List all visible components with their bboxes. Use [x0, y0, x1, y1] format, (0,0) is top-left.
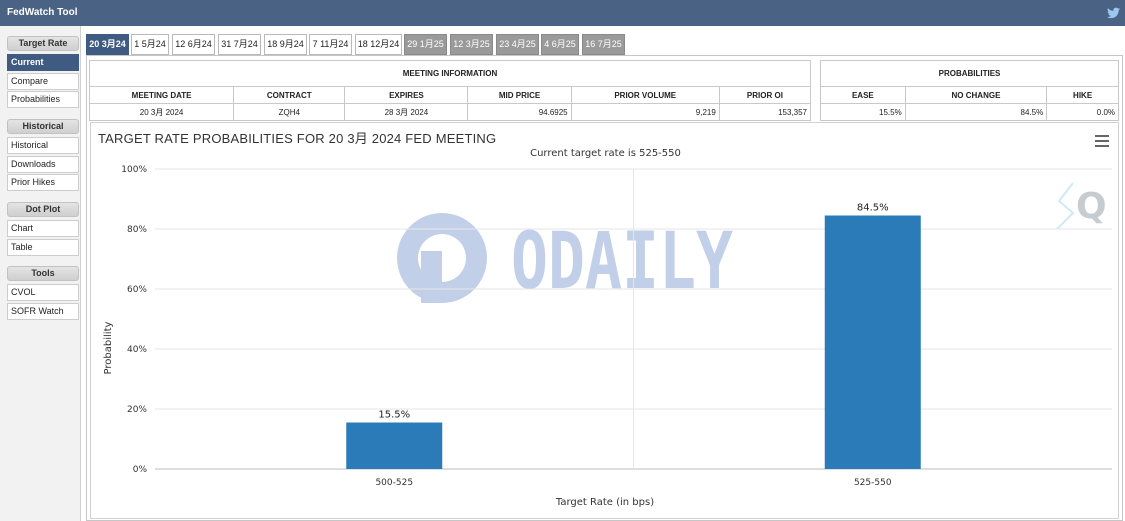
col-header: PRIOR OI — [718, 86, 812, 104]
y-axis-label: Probability — [103, 321, 114, 374]
app-title-bar: FedWatch Tool — [0, 0, 1125, 26]
twitter-bird-icon[interactable] — [1107, 7, 1120, 19]
col-header: MID PRICE — [467, 86, 572, 104]
y-axis-ticks: 0% 20% 40% 60% 80% 100% — [121, 165, 147, 475]
tab-meeting[interactable]: 4 6月25 — [541, 34, 579, 55]
sidebar-item-cvol[interactable]: CVOL — [7, 284, 79, 301]
svg-text:Q: Q — [1076, 186, 1107, 227]
sidebar: Target Rate Current Compare Probabilitie… — [0, 26, 81, 521]
sidebar-item-chart[interactable]: Chart — [7, 220, 79, 237]
sidebar-item-downloads[interactable]: Downloads — [7, 156, 79, 173]
hamburger-menu-icon[interactable] — [1095, 135, 1109, 147]
app-title: FedWatch Tool — [7, 7, 78, 18]
meeting-information-table: MEETING INFORMATION MEETING DATE CONTRAC… — [88, 60, 812, 121]
col-header: NO CHANGE — [904, 86, 1048, 104]
tab-meeting[interactable]: 1 5月24 — [131, 34, 169, 55]
bar-chart: ODAILY Q 0% 20% 40% 60% 80% 100% 15.5% 84.5% 5… — [103, 165, 1112, 508]
sidebar-heading-dot-plot: Dot Plot — [7, 202, 79, 217]
tab-meeting[interactable]: 18 9月24 — [264, 34, 307, 55]
contract-cell: ZQH4 — [233, 103, 346, 121]
bar-data-label: 84.5% — [857, 203, 889, 214]
bar[interactable] — [824, 215, 921, 470]
sidebar-item-compare[interactable]: Compare — [7, 73, 79, 90]
meeting-panel: MEETING INFORMATION MEETING DATE CONTRAC… — [86, 55, 1123, 521]
tab-meeting[interactable]: 18 12月24 — [355, 34, 402, 55]
y-tick-label: 60% — [127, 285, 147, 295]
tab-meeting[interactable]: 31 7月24 — [218, 34, 261, 55]
prior-volume-cell: 9,219 — [570, 103, 720, 121]
chart-container: ODAILY Q 0% 20% 40% 60% 80% 100% 15.5% 84.5% 5… — [90, 122, 1119, 519]
sidebar-item-prior-hikes[interactable]: Prior Hikes — [7, 174, 79, 191]
tab-meeting[interactable]: 12 3月25 — [450, 34, 493, 55]
y-tick-label: 80% — [127, 225, 147, 235]
col-header: EXPIRES — [344, 86, 469, 104]
col-header: MEETING DATE — [88, 86, 235, 104]
x-tick-label: 500-525 — [375, 478, 413, 488]
probabilities-caption: PROBABILITIES — [820, 60, 1119, 87]
site-logo-icon: Q — [1056, 182, 1107, 230]
gridlines — [155, 168, 1112, 470]
table-row: 20 3月 2024 ZQH4 28 3月 2024 94.6925 9,219… — [88, 103, 812, 121]
bar-data-label: 15.5% — [378, 410, 410, 421]
tab-meeting[interactable]: 23 4月25 — [496, 34, 539, 55]
watermark-logo-bar — [421, 251, 442, 303]
table-row: 15.5% 84.5% 0.0% — [820, 103, 1119, 121]
y-tick-label: 0% — [133, 465, 148, 475]
prior-oi-cell: 153,357 — [718, 103, 812, 121]
chart-title: TARGET RATE PROBABILITIES FOR 20 3月 2024… — [98, 131, 497, 146]
mid-price-cell: 94.6925 — [467, 103, 572, 121]
bar[interactable] — [346, 422, 443, 470]
col-header: CONTRACT — [233, 86, 346, 104]
expires-cell: 28 3月 2024 — [344, 103, 469, 121]
tab-meeting[interactable]: 7 11月24 — [309, 34, 352, 55]
sidebar-heading-historical: Historical — [7, 119, 79, 134]
ease-cell: 15.5% — [820, 103, 906, 121]
tab-meeting[interactable]: 29 1月25 — [404, 34, 447, 55]
watermark: ODAILY — [397, 213, 733, 307]
sidebar-item-table[interactable]: Table — [7, 239, 79, 256]
sidebar-item-historical[interactable]: Historical — [7, 137, 79, 154]
hike-cell: 0.0% — [1046, 103, 1119, 121]
watermark-text: ODAILY — [511, 217, 733, 307]
main-content: 20 3月24 1 5月24 12 6月24 31 7月24 18 9月24 7… — [82, 26, 1125, 521]
tab-meeting[interactable]: 20 3月24 — [86, 34, 129, 55]
x-axis-ticks: 500-525 525-550 — [375, 478, 891, 488]
y-tick-label: 20% — [127, 405, 147, 415]
sidebar-heading-target-rate: Target Rate — [7, 36, 79, 51]
y-tick-label: 100% — [121, 165, 147, 175]
meeting-information-caption: MEETING INFORMATION — [89, 60, 811, 87]
meeting-date-cell: 20 3月 2024 — [88, 103, 235, 121]
sidebar-item-probabilities[interactable]: Probabilities — [7, 91, 79, 108]
col-header: PRIOR VOLUME — [570, 86, 720, 104]
sidebar-item-current[interactable]: Current — [7, 54, 79, 71]
chart-subtitle: Current target rate is 525-550 — [530, 148, 681, 159]
probabilities-table: PROBABILITIES EASE NO CHANGE HIKE 15.5% … — [820, 60, 1119, 121]
no-change-cell: 84.5% — [904, 103, 1048, 121]
tab-meeting[interactable]: 12 6月24 — [172, 34, 215, 55]
y-tick-label: 40% — [127, 345, 147, 355]
x-axis-label: Target Rate (in bps) — [555, 497, 654, 508]
sidebar-item-sofr-watch[interactable]: SOFR Watch — [7, 303, 79, 320]
sidebar-heading-tools: Tools — [7, 266, 79, 281]
col-header: EASE — [820, 86, 906, 104]
tab-meeting[interactable]: 16 7月25 — [582, 34, 625, 55]
x-tick-label: 525-550 — [854, 478, 892, 488]
col-header: HIKE — [1046, 86, 1119, 104]
